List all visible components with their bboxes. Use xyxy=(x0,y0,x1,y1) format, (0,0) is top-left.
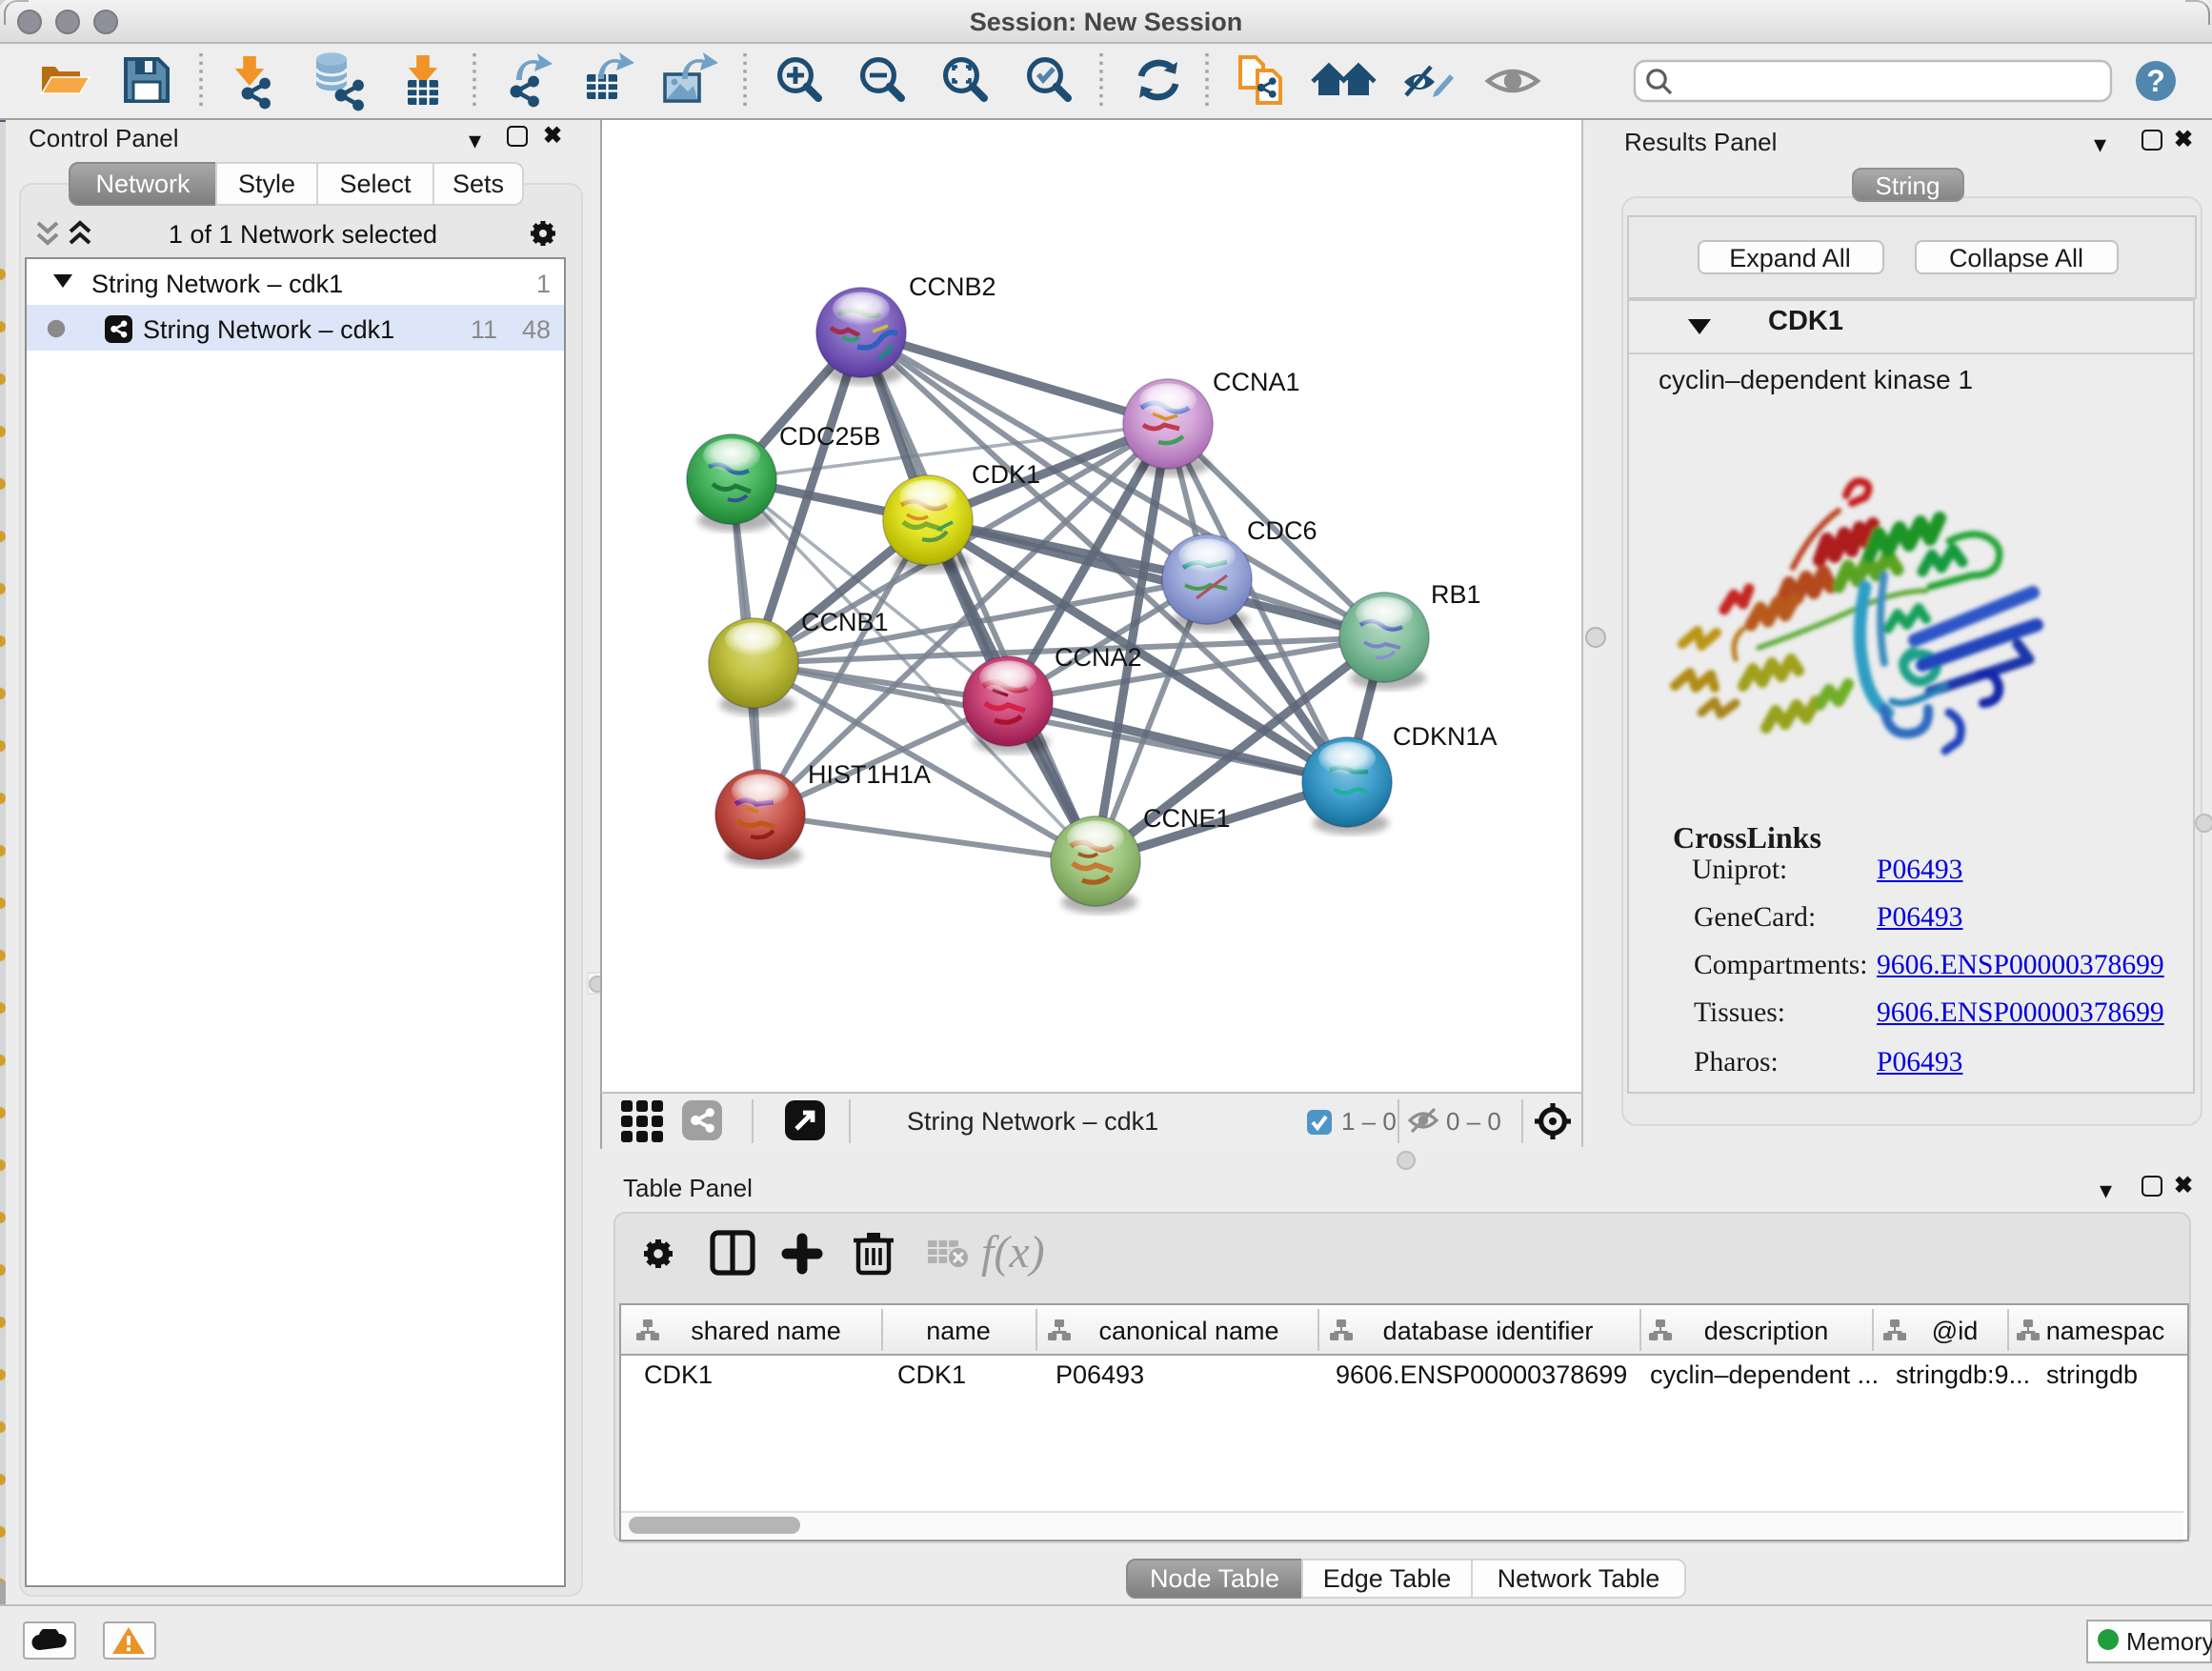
svg-text:CDC6: CDC6 xyxy=(1247,516,1317,545)
svg-text:CCNE1: CCNE1 xyxy=(1143,804,1231,833)
svg-text:1 – 0: 1 – 0 xyxy=(1341,1107,1397,1136)
svg-text:CDK1: CDK1 xyxy=(897,1360,966,1389)
svg-text:CCNB2: CCNB2 xyxy=(909,272,996,301)
svg-text:CCNB1: CCNB1 xyxy=(801,608,889,636)
svg-text:name: name xyxy=(926,1317,991,1345)
svg-text:@id: @id xyxy=(1932,1317,1978,1345)
svg-text:11: 11 xyxy=(471,314,497,343)
svg-text:description: description xyxy=(1704,1317,1829,1345)
svg-text:CCNA1: CCNA1 xyxy=(1213,368,1300,396)
svg-text:cyclin–dependent ...: cyclin–dependent ... xyxy=(1650,1360,1879,1389)
svg-text:stringdb:9...: stringdb:9... xyxy=(1896,1360,2030,1389)
svg-text:1 of 1 Network selected: 1 of 1 Network selected xyxy=(169,220,437,249)
svg-text:9606.ENSP00000378699: 9606.ENSP00000378699 xyxy=(1336,1360,1627,1389)
svg-text:stringdb: stringdb xyxy=(2046,1360,2138,1389)
svg-text:canonical name: canonical name xyxy=(1098,1317,1278,1345)
svg-text:f(x): f(x) xyxy=(981,1227,1045,1278)
svg-text:0 – 0: 0 – 0 xyxy=(1446,1107,1501,1136)
svg-text:CDK1: CDK1 xyxy=(644,1360,713,1389)
svg-text:database identifier: database identifier xyxy=(1383,1317,1594,1345)
svg-text:CDK1: CDK1 xyxy=(972,460,1040,489)
svg-text:CDC25B: CDC25B xyxy=(779,422,881,451)
svg-text:String Network – cdk1: String Network – cdk1 xyxy=(143,314,394,343)
svg-text:CDKN1A: CDKN1A xyxy=(1393,722,1498,751)
svg-text:namespac: namespac xyxy=(2046,1317,2165,1345)
svg-text:1: 1 xyxy=(536,269,551,297)
svg-text:shared name: shared name xyxy=(691,1317,841,1345)
svg-text:48: 48 xyxy=(522,314,551,343)
svg-text:?: ? xyxy=(2146,64,2165,98)
svg-text:String Network – cdk1: String Network – cdk1 xyxy=(907,1107,1158,1136)
svg-text:RB1: RB1 xyxy=(1431,580,1481,609)
svg-text:String Network – cdk1: String Network – cdk1 xyxy=(91,269,343,297)
svg-text:P06493: P06493 xyxy=(1056,1360,1144,1389)
svg-text:CCNA2: CCNA2 xyxy=(1055,643,1142,672)
svg-text:HIST1H1A: HIST1H1A xyxy=(808,760,931,789)
